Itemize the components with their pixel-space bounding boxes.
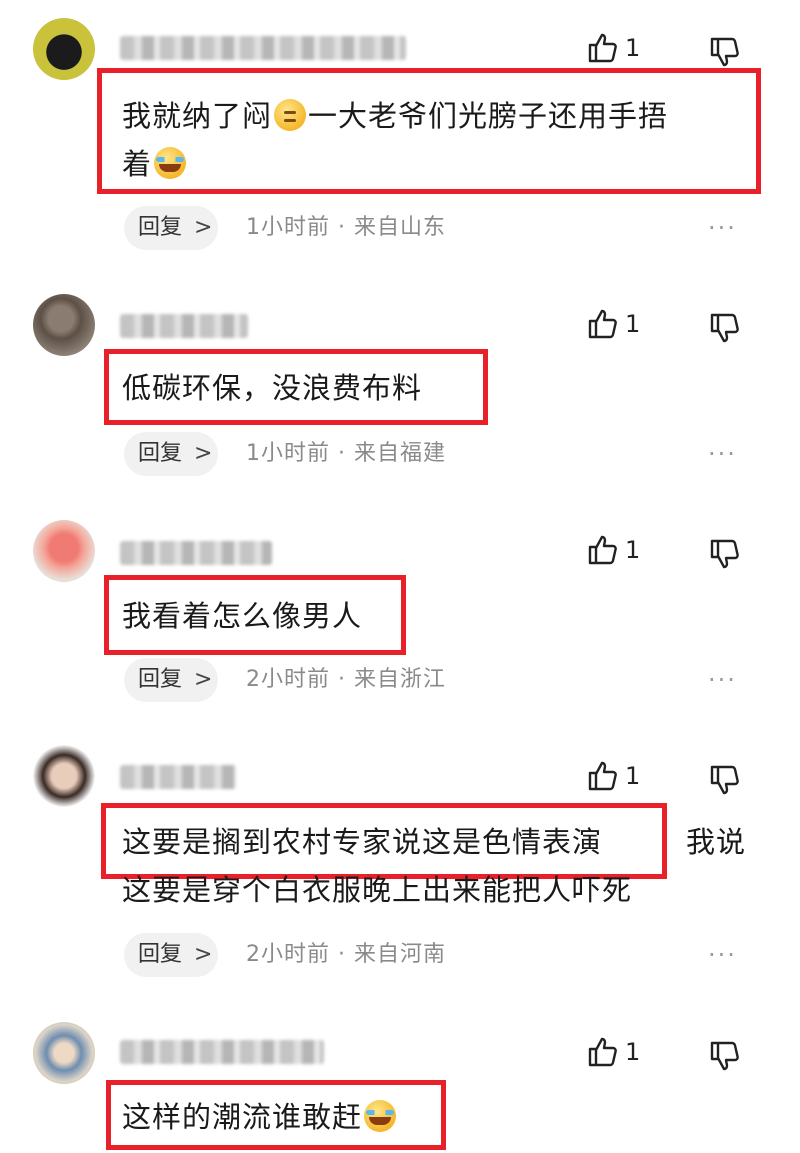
separator: · <box>338 667 346 692</box>
avatar[interactable] <box>33 294 95 356</box>
reply-button[interactable]: 回复 > <box>124 206 218 250</box>
comment-text: 我看着怎么像男人 <box>122 594 362 638</box>
thumbs-up-icon <box>588 33 617 63</box>
reply-button[interactable]: 回复 > <box>124 432 218 476</box>
reply-label: 回复 <box>138 441 183 466</box>
timestamp: 1小时前 <box>246 441 330 466</box>
thumbs-down-icon <box>710 765 739 795</box>
location: 来自山东 <box>354 215 447 240</box>
thumbs-down-icon <box>710 539 739 569</box>
comment-text-line: 一大老爷们光膀子还用手捂 <box>308 99 669 133</box>
reply-label: 回复 <box>138 942 183 967</box>
like-count: 1 <box>625 34 641 62</box>
comment-text: 这要是搁到农村专家说这是色情表演 <box>122 820 602 864</box>
comment-text-line: 着 <box>122 147 153 181</box>
chevron-right-icon: > <box>194 215 213 240</box>
username-blurred[interactable] <box>120 541 272 565</box>
like-count: 1 <box>625 1038 641 1066</box>
thumbs-down-icon <box>710 1041 739 1071</box>
dislike-button[interactable] <box>708 764 740 796</box>
comment-text: 着 <box>122 142 188 186</box>
comment-text-line: 我说 <box>686 825 747 859</box>
avatar[interactable] <box>33 1022 95 1084</box>
like-count: 1 <box>625 762 641 790</box>
location: 来自福建 <box>354 441 447 466</box>
like-count: 1 <box>625 310 641 338</box>
avatar[interactable] <box>33 745 95 807</box>
thumbs-down-icon <box>710 37 739 67</box>
reply-button[interactable]: 回复 > <box>124 658 218 702</box>
comment-text-line: 我看着怎么像男人 <box>122 599 363 633</box>
like-button[interactable] <box>586 1036 618 1068</box>
location: 来自河南 <box>354 942 447 967</box>
more-options-icon[interactable]: ··· <box>708 668 742 694</box>
username-blurred[interactable] <box>120 765 236 789</box>
username-blurred[interactable] <box>120 314 248 338</box>
like-button[interactable] <box>586 534 618 566</box>
dislike-button[interactable] <box>708 538 740 570</box>
reply-button[interactable]: 回复 > <box>124 933 218 977</box>
like-button[interactable] <box>586 760 618 792</box>
comment-meta: 1小时前 · 来自福建 <box>246 432 446 476</box>
separator: · <box>338 441 346 466</box>
avatar[interactable] <box>33 520 95 582</box>
comment-text-line: 这样的潮流谁敢赶 <box>122 1100 363 1134</box>
separator: · <box>338 942 346 967</box>
crying-face-emoji-icon <box>154 147 187 179</box>
dislike-button[interactable] <box>708 1040 740 1072</box>
comment-text: 我就纳了闷 一大老爷们光膀子还用手捂 <box>122 94 668 138</box>
username-blurred[interactable] <box>120 36 406 60</box>
thumbs-up-icon <box>588 761 617 791</box>
chevron-right-icon: > <box>194 441 213 466</box>
thumbs-down-icon <box>710 313 739 343</box>
comment-text: 低碳环保，没浪费布料 <box>122 366 422 410</box>
crying-face-emoji-icon <box>364 1100 397 1132</box>
more-options-icon[interactable]: ··· <box>708 216 742 242</box>
comment-text: 这样的潮流谁敢赶 <box>122 1095 398 1139</box>
comment-text-line: 这要是搁到农村专家说这是色情表演 <box>122 825 603 859</box>
timestamp: 1小时前 <box>246 215 330 240</box>
comment-meta: 2小时前 · 来自浙江 <box>246 658 446 702</box>
timestamp: 2小时前 <box>246 942 330 967</box>
comment-meta: 2小时前 · 来自河南 <box>246 933 446 977</box>
comment-text-line: 我就纳了闷 <box>122 99 273 133</box>
reply-label: 回复 <box>138 215 183 240</box>
sigh-face-emoji-icon <box>274 99 307 131</box>
thumbs-up-icon <box>588 1037 617 1067</box>
like-button[interactable] <box>586 308 618 340</box>
chevron-right-icon: > <box>194 667 213 692</box>
chevron-right-icon: > <box>194 942 213 967</box>
location: 来自浙江 <box>354 667 447 692</box>
like-button[interactable] <box>586 32 618 64</box>
thumbs-up-icon <box>588 535 617 565</box>
comment-meta: 1小时前 · 来自山东 <box>246 206 446 250</box>
comment-text: 我说 <box>686 820 746 864</box>
comment-text: 这要是穿个白衣服晚上出来能把人吓死 <box>122 868 632 912</box>
comment-text-line: 这要是穿个白衣服晚上出来能把人吓死 <box>122 873 633 907</box>
thumbs-up-icon <box>588 309 617 339</box>
like-count: 1 <box>625 536 641 564</box>
avatar[interactable] <box>33 18 95 80</box>
timestamp: 2小时前 <box>246 667 330 692</box>
reply-label: 回复 <box>138 667 183 692</box>
dislike-button[interactable] <box>708 36 740 68</box>
separator: · <box>338 215 346 240</box>
more-options-icon[interactable]: ··· <box>708 943 742 969</box>
username-blurred[interactable] <box>120 1040 324 1064</box>
comment-text-line: 低碳环保，没浪费布料 <box>122 371 423 405</box>
dislike-button[interactable] <box>708 312 740 344</box>
more-options-icon[interactable]: ··· <box>708 442 742 468</box>
